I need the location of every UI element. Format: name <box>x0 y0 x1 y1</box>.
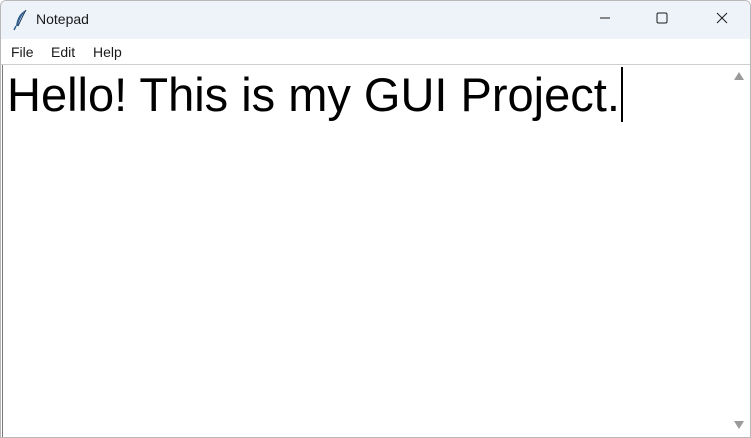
maximize-icon <box>656 11 668 29</box>
title-bar[interactable]: Notepad <box>1 1 750 39</box>
close-button[interactable] <box>693 1 750 39</box>
editor-content[interactable]: Hello! This is my GUI Project. <box>7 67 623 123</box>
minimize-button[interactable] <box>576 1 633 39</box>
editor-text: Hello! This is my GUI Project. <box>7 68 620 121</box>
menu-file[interactable]: File <box>11 44 34 60</box>
text-editor-area[interactable]: Hello! This is my GUI Project. <box>2 65 730 437</box>
maximize-button[interactable] <box>633 1 690 39</box>
close-icon <box>716 11 728 29</box>
minimize-icon <box>599 11 611 29</box>
menu-help[interactable]: Help <box>93 44 122 60</box>
notepad-window: Notepad File Edit Help Hello! This is my… <box>0 0 751 438</box>
quill-feather-icon <box>11 9 31 31</box>
scroll-up-arrow-icon[interactable] <box>734 72 744 80</box>
window-title: Notepad <box>36 11 89 27</box>
vertical-scrollbar[interactable] <box>730 65 750 437</box>
menu-bar: File Edit Help <box>1 39 750 65</box>
scroll-down-arrow-icon[interactable] <box>734 421 744 429</box>
menu-edit[interactable]: Edit <box>51 44 75 60</box>
text-cursor <box>620 67 623 122</box>
